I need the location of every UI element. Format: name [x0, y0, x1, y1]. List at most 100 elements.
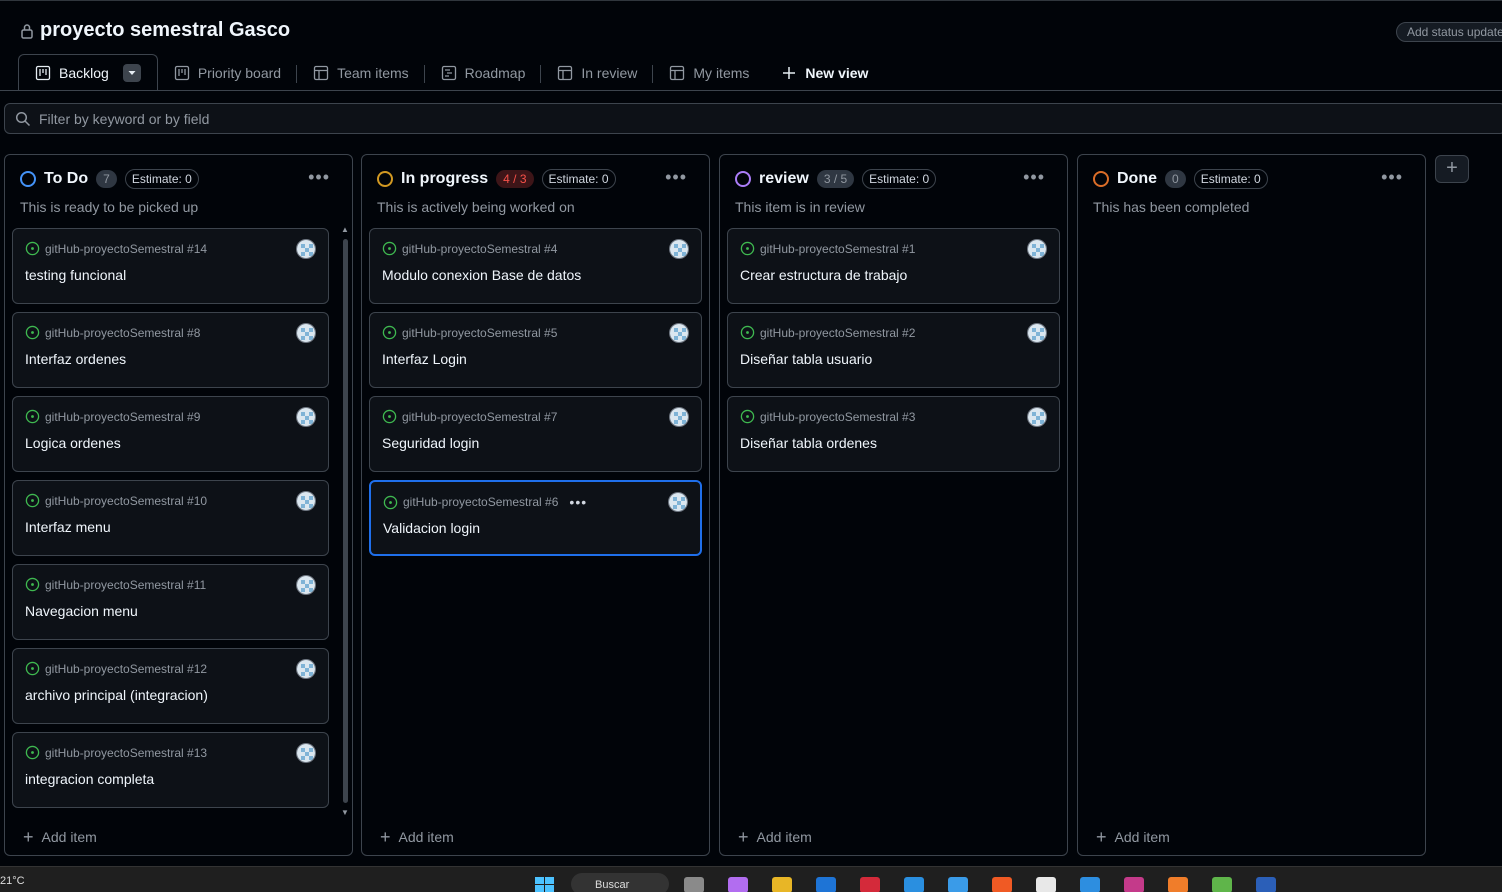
- word-icon[interactable]: [1256, 877, 1276, 892]
- windows-start-icon[interactable]: [533, 877, 557, 892]
- intellij-icon[interactable]: [1124, 877, 1144, 892]
- assignee-avatar[interactable]: [296, 575, 316, 595]
- tab-backlog[interactable]: Backlog: [18, 54, 158, 91]
- issue-ref[interactable]: gitHub-proyectoSemestral #14: [45, 242, 207, 256]
- add-item-button[interactable]: + Add item: [23, 827, 97, 847]
- column-scrollbar[interactable]: ▲ ▼: [340, 225, 351, 817]
- card-title[interactable]: Validacion login: [383, 520, 480, 536]
- card-title[interactable]: Interfaz menu: [25, 519, 111, 535]
- issue-ref[interactable]: gitHub-proyectoSemestral #5: [402, 326, 557, 340]
- issue-ref[interactable]: gitHub-proyectoSemestral #8: [45, 326, 200, 340]
- card-title[interactable]: Diseñar tabla ordenes: [740, 435, 877, 451]
- app-icon[interactable]: [1212, 877, 1232, 892]
- assignee-avatar[interactable]: [1027, 323, 1047, 343]
- issue-ref[interactable]: gitHub-proyectoSemestral #6: [403, 495, 558, 509]
- notepad-icon[interactable]: [1036, 877, 1056, 892]
- taskbar-search[interactable]: Buscar: [571, 873, 669, 892]
- estimate-badge: Estimate: 0: [541, 169, 616, 189]
- card-title[interactable]: integracion completa: [25, 771, 154, 787]
- tab-in-review[interactable]: In review: [541, 55, 654, 91]
- issue-ref[interactable]: gitHub-proyectoSemestral #10: [45, 494, 207, 508]
- column-menu-button[interactable]: •••: [1381, 167, 1403, 188]
- add-item-button[interactable]: + Add item: [380, 828, 454, 846]
- card-title[interactable]: Interfaz ordenes: [25, 351, 126, 367]
- file-explorer-icon[interactable]: [772, 877, 792, 892]
- plus-icon: +: [1096, 827, 1107, 847]
- add-status-update-button[interactable]: Add status update: [1396, 22, 1502, 42]
- item-card[interactable]: gitHub-proyectoSemestral #14 testing fun…: [12, 228, 329, 304]
- issue-ref[interactable]: gitHub-proyectoSemestral #3: [760, 410, 915, 424]
- item-card[interactable]: gitHub-proyectoSemestral #8 Interfaz ord…: [12, 312, 329, 388]
- postman-icon[interactable]: [1168, 877, 1188, 892]
- assignee-avatar[interactable]: [1027, 407, 1047, 427]
- store-icon[interactable]: [948, 877, 968, 892]
- issue-ref[interactable]: gitHub-proyectoSemestral #7: [402, 410, 557, 424]
- task-view-icon[interactable]: [684, 877, 704, 892]
- item-card-selected[interactable]: gitHub-proyectoSemestral #6 ••• Validacio…: [369, 480, 702, 556]
- card-title[interactable]: Modulo conexion Base de datos: [382, 267, 581, 283]
- assignee-avatar[interactable]: [296, 491, 316, 511]
- outlook-icon[interactable]: [816, 877, 836, 892]
- column-menu-button[interactable]: •••: [1023, 167, 1045, 188]
- view-options-dropdown[interactable]: [122, 64, 141, 82]
- card-title[interactable]: archivo principal (integracion): [25, 687, 208, 703]
- assignee-avatar[interactable]: [296, 239, 316, 259]
- assignee-avatar[interactable]: [296, 659, 316, 679]
- brave-icon[interactable]: [992, 877, 1012, 892]
- item-card[interactable]: gitHub-proyectoSemestral #10 Interfaz me…: [12, 480, 329, 556]
- card-title[interactable]: Seguridad login: [382, 435, 479, 451]
- item-card[interactable]: gitHub-proyectoSemestral #7 Seguridad lo…: [369, 396, 702, 472]
- column-menu-button[interactable]: •••: [665, 167, 687, 188]
- issue-ref[interactable]: gitHub-proyectoSemestral #11: [45, 578, 206, 592]
- item-card[interactable]: gitHub-proyectoSemestral #3 Diseñar tabl…: [727, 396, 1060, 472]
- add-column-button[interactable]: +: [1435, 155, 1469, 183]
- column-menu-button[interactable]: •••: [308, 167, 330, 188]
- item-card[interactable]: gitHub-proyectoSemestral #1 Crear estruc…: [727, 228, 1060, 304]
- assignee-avatar[interactable]: [296, 407, 316, 427]
- edge-icon[interactable]: [904, 877, 924, 892]
- add-item-button[interactable]: + Add item: [738, 828, 812, 846]
- issue-ref[interactable]: gitHub-proyectoSemestral #13: [45, 746, 207, 760]
- tab-team-items[interactable]: Team items: [297, 55, 425, 91]
- assignee-avatar[interactable]: [1027, 239, 1047, 259]
- new-view-button[interactable]: New view: [765, 55, 884, 91]
- assignee-avatar[interactable]: [296, 323, 316, 343]
- assignee-avatar[interactable]: [668, 492, 688, 512]
- issue-ref[interactable]: gitHub-proyectoSemestral #1: [760, 242, 915, 256]
- assignee-avatar[interactable]: [296, 743, 316, 763]
- tab-my-items[interactable]: My items: [653, 55, 765, 91]
- item-card[interactable]: gitHub-proyectoSemestral #5 Interfaz Log…: [369, 312, 702, 388]
- tab-priority-board[interactable]: Priority board: [158, 55, 298, 91]
- filter-input[interactable]: [39, 110, 639, 127]
- opera-icon[interactable]: [860, 877, 880, 892]
- assignee-avatar[interactable]: [669, 239, 689, 259]
- add-item-button[interactable]: + Add item: [1096, 827, 1170, 847]
- item-card[interactable]: gitHub-proyectoSemestral #2 Diseñar tabl…: [727, 312, 1060, 388]
- scroll-down-icon[interactable]: ▼: [341, 808, 349, 817]
- issue-ref[interactable]: gitHub-proyectoSemestral #4: [402, 242, 557, 256]
- scrollbar-thumb[interactable]: [343, 239, 348, 803]
- card-title[interactable]: Crear estructura de trabajo: [740, 267, 907, 283]
- card-title[interactable]: Logica ordenes: [25, 435, 121, 451]
- card-title[interactable]: Navegacion menu: [25, 603, 138, 619]
- vscode-icon[interactable]: [1080, 877, 1100, 892]
- weather-widget[interactable]: 21°C: [0, 875, 25, 887]
- item-card[interactable]: gitHub-proyectoSemestral #4 Modulo conex…: [369, 228, 702, 304]
- card-menu-button[interactable]: •••: [569, 494, 587, 510]
- issue-ref[interactable]: gitHub-proyectoSemestral #9: [45, 410, 200, 424]
- card-title[interactable]: testing funcional: [25, 267, 126, 283]
- tab-roadmap[interactable]: Roadmap: [425, 55, 542, 91]
- scroll-up-icon[interactable]: ▲: [341, 225, 349, 234]
- plus-icon: +: [23, 827, 34, 847]
- copilot-icon[interactable]: [728, 877, 748, 892]
- item-card[interactable]: gitHub-proyectoSemestral #13 integracion…: [12, 732, 329, 808]
- issue-ref[interactable]: gitHub-proyectoSemestral #2: [760, 326, 915, 340]
- assignee-avatar[interactable]: [669, 323, 689, 343]
- item-card[interactable]: gitHub-proyectoSemestral #12 archivo pri…: [12, 648, 329, 724]
- assignee-avatar[interactable]: [669, 407, 689, 427]
- item-card[interactable]: gitHub-proyectoSemestral #9 Logica orden…: [12, 396, 329, 472]
- item-card[interactable]: gitHub-proyectoSemestral #11 Navegacion …: [12, 564, 329, 640]
- card-title[interactable]: Interfaz Login: [382, 351, 467, 367]
- card-title[interactable]: Diseñar tabla usuario: [740, 351, 872, 367]
- issue-ref[interactable]: gitHub-proyectoSemestral #12: [45, 662, 207, 676]
